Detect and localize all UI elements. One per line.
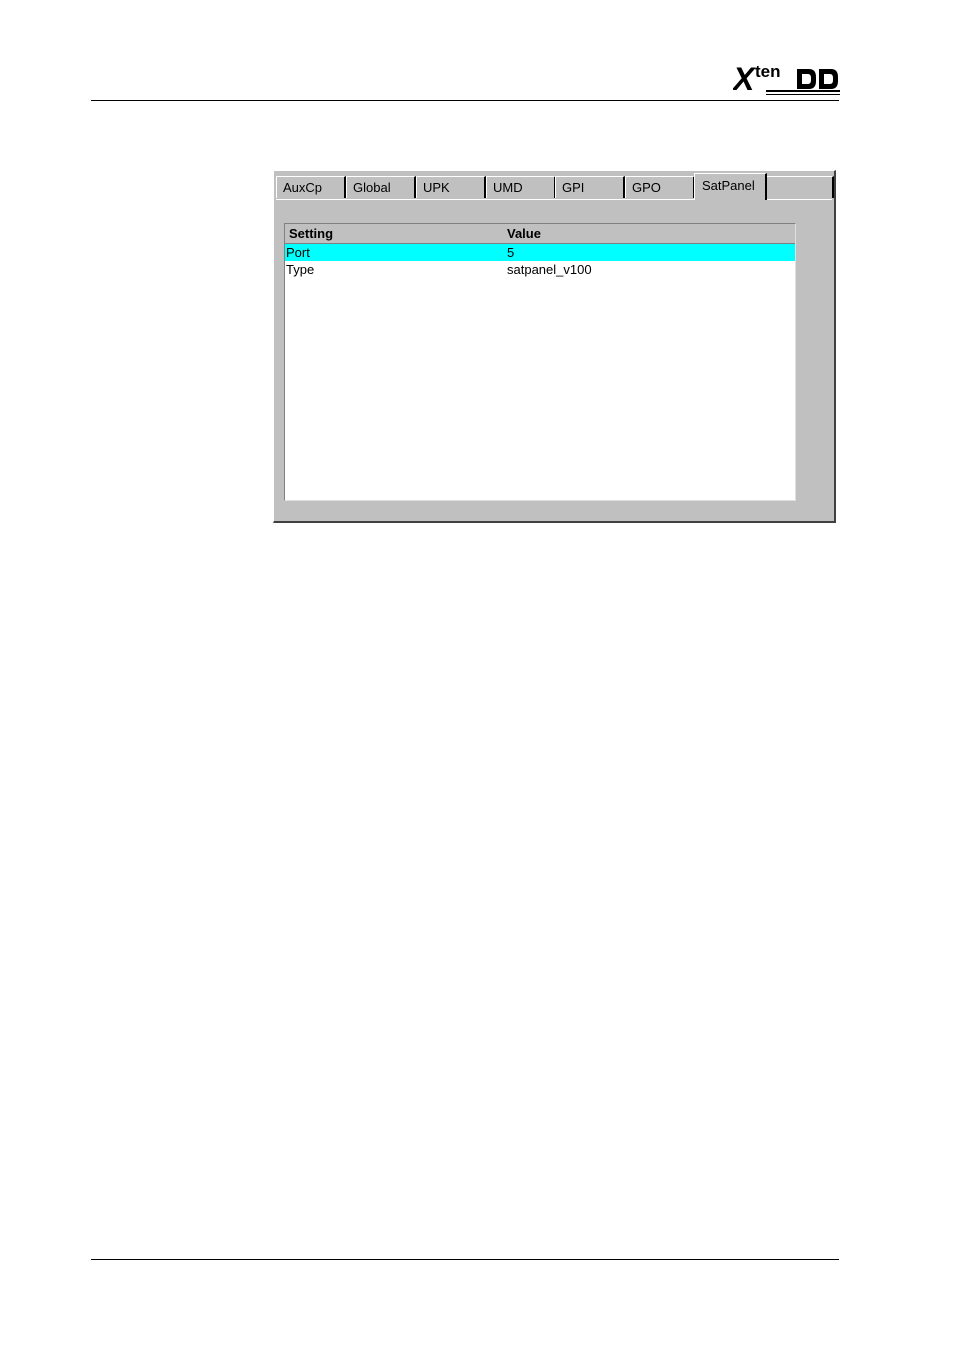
settings-table: Setting Value Port 5 Type satpanel_v100 <box>284 223 796 501</box>
settings-dialog: AuxCp Global UPK UMD GPI GPO SatPanel Se… <box>273 170 836 523</box>
xten-dd-logo: X ten <box>731 60 841 97</box>
setting-cell: Port <box>286 245 310 260</box>
column-header-setting[interactable]: Setting <box>289 224 333 243</box>
tab-satpanel[interactable]: SatPanel <box>694 173 767 200</box>
tab-upk[interactable]: UPK <box>416 176 486 198</box>
tab-auxcp[interactable]: AuxCp <box>276 176 346 198</box>
value-cell: satpanel_v100 <box>507 262 592 277</box>
table-row-type[interactable]: Type satpanel_v100 <box>285 261 795 278</box>
column-header-value[interactable]: Value <box>507 224 541 243</box>
table-row-port[interactable]: Port 5 <box>285 244 795 261</box>
tab-gpi[interactable]: GPI <box>555 176 625 198</box>
svg-text:X: X <box>733 61 756 96</box>
setting-cell: Type <box>286 262 315 277</box>
tab-umd[interactable]: UMD <box>486 176 556 198</box>
value-cell: 5 <box>507 245 515 260</box>
header-divider <box>91 100 839 101</box>
footer-divider <box>91 1259 839 1260</box>
tab-strip: AuxCp Global UPK UMD GPI GPO SatPanel <box>276 173 834 200</box>
tab-blank[interactable] <box>766 176 834 198</box>
svg-text:ten: ten <box>755 62 781 81</box>
table-header: Setting Value <box>285 224 795 244</box>
tab-gpo[interactable]: GPO <box>625 176 695 198</box>
tab-global[interactable]: Global <box>346 176 416 198</box>
